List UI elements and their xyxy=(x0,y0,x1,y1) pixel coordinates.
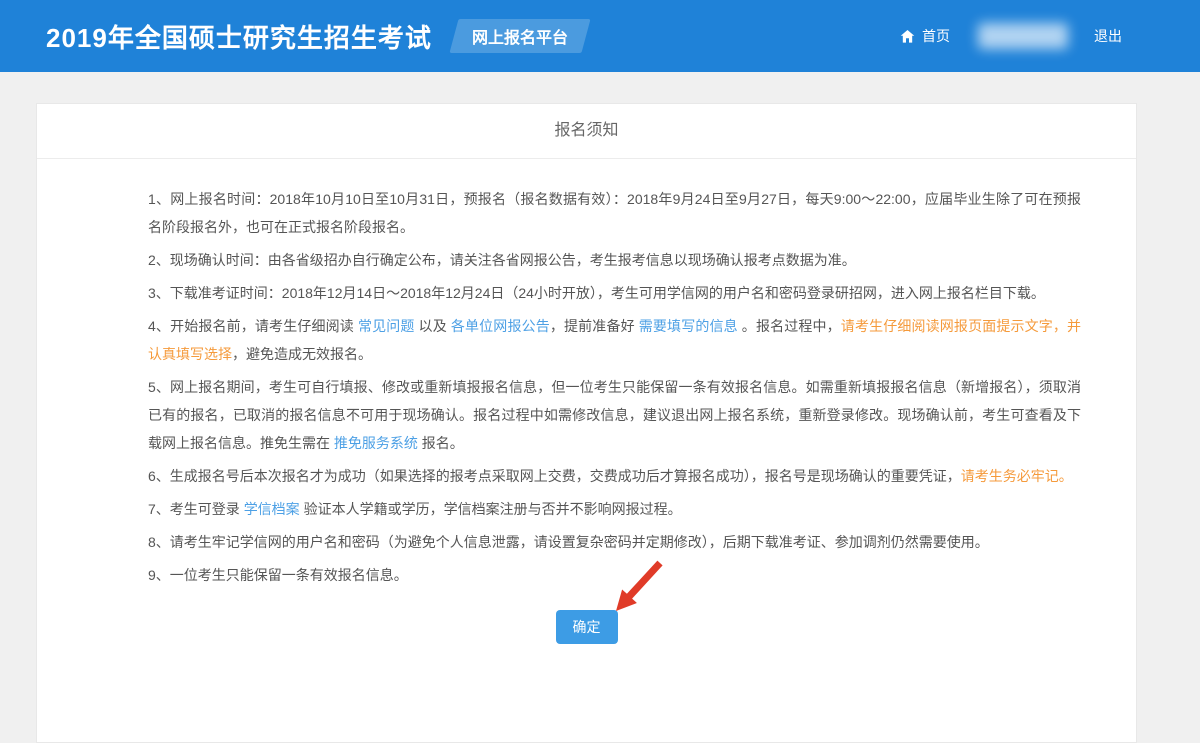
platform-badge: 网上报名平台 xyxy=(449,19,590,53)
notice-item: 3、下载准考证时间：2018年12月14日～2018年12月24日（24小时开放… xyxy=(148,279,1081,307)
top-header: 2019年全国硕士研究生招生考试 网上报名平台 首页 退出 xyxy=(0,0,1200,72)
notice-item: 7、考生可登录 学信档案 验证本人学籍或学历，学信档案注册与否并不影响网报过程。 xyxy=(148,495,1081,523)
plain-text: 8、请考生牢记学信网的用户名和密码（为避免个人信息泄露，请设置复杂密码并定期修改… xyxy=(148,534,989,550)
platform-badge-label: 网上报名平台 xyxy=(472,24,568,48)
home-icon xyxy=(900,29,915,44)
notice-item: 6、生成报名号后本次报名才为成功（如果选择的报考点采取网上交费，交费成功后才算报… xyxy=(148,462,1081,490)
plain-text: 4、开始报名前，请考生仔细阅读 xyxy=(148,318,358,334)
page-title: 报名须知 xyxy=(37,104,1136,159)
logout-link[interactable]: 退出 xyxy=(1094,26,1122,46)
plain-text: 验证本人学籍或学历，学信档案注册与否并不影响网报过程。 xyxy=(300,501,682,517)
notice-panel: 报名须知 1、网上报名时间：2018年10月10日至10月31日，预报名（报名数… xyxy=(36,103,1137,743)
plain-text: 。报名过程中， xyxy=(738,318,841,334)
inline-link[interactable]: 需要填写的信息 xyxy=(639,318,738,334)
confirm-button-row: 确定 xyxy=(37,610,1136,644)
plain-text: 以及 xyxy=(415,318,451,334)
plain-text: ，提前准备好 xyxy=(550,318,639,334)
confirm-button[interactable]: 确定 xyxy=(556,610,618,644)
nav-home-link[interactable]: 首页 xyxy=(900,26,950,46)
plain-text: 报名。 xyxy=(418,435,464,451)
notice-item: 4、开始报名前，请考生仔细阅读 常见问题 以及 各单位网报公告，提前准备好 需要… xyxy=(148,312,1081,368)
notice-item: 1、网上报名时间：2018年10月10日至10月31日，预报名（报名数据有效）：… xyxy=(148,185,1081,241)
plain-text: 9、一位考生只能保留一条有效报名信息。 xyxy=(148,567,408,583)
site-title: 2019年全国硕士研究生招生考试 xyxy=(46,18,432,55)
notice-item: 8、请考生牢记学信网的用户名和密码（为避免个人信息泄露，请设置复杂密码并定期修改… xyxy=(148,528,1081,556)
highlight-text: 请考生务必牢记。 xyxy=(961,468,1073,484)
plain-text: 3、下载准考证时间：2018年12月14日～2018年12月24日（24小时开放… xyxy=(148,285,1045,301)
plain-text: 6、生成报名号后本次报名才为成功（如果选择的报考点采取网上交费，交费成功后才算报… xyxy=(148,468,961,484)
notice-item: 9、一位考生只能保留一条有效报名信息。 xyxy=(148,561,1081,589)
inline-link[interactable]: 各单位网报公告 xyxy=(451,318,550,334)
username-redacted xyxy=(978,23,1068,49)
plain-text: 7、考生可登录 xyxy=(148,501,244,517)
notice-item: 5、网上报名期间，考生可自行填报、修改或重新填报报名信息，但一位考生只能保留一条… xyxy=(148,373,1081,457)
inline-link[interactable]: 推免服务系统 xyxy=(334,435,418,451)
nav-home-label: 首页 xyxy=(922,26,950,46)
header-nav: 首页 退出 xyxy=(900,23,1122,49)
inline-link[interactable]: 学信档案 xyxy=(244,501,300,517)
notice-list: 1、网上报名时间：2018年10月10日至10月31日，预报名（报名数据有效）：… xyxy=(37,159,1136,589)
notice-item: 2、现场确认时间：由各省级招办自行确定公布，请关注各省网报公告，考生报考信息以现… xyxy=(148,246,1081,274)
plain-text: 5、网上报名期间，考生可自行填报、修改或重新填报报名信息，但一位考生只能保留一条… xyxy=(148,379,1081,451)
inline-link[interactable]: 常见问题 xyxy=(358,318,415,334)
plain-text: 2、现场确认时间：由各省级招办自行确定公布，请关注各省网报公告，考生报考信息以现… xyxy=(148,252,856,268)
plain-text: ，避免造成无效报名。 xyxy=(232,346,372,362)
plain-text: 1、网上报名时间：2018年10月10日至10月31日，预报名（报名数据有效）：… xyxy=(148,191,1081,235)
